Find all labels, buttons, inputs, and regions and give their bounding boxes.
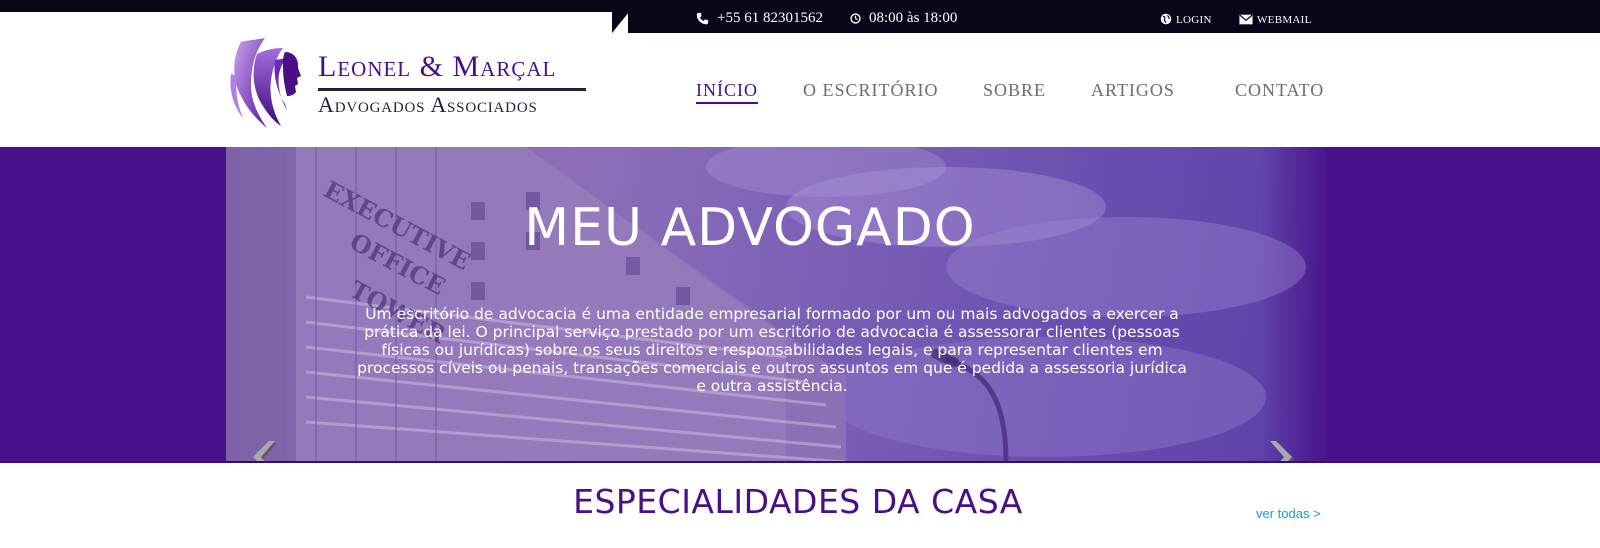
brand-name: Leonel & Marçal bbox=[318, 50, 557, 83]
hero-title: MEU ADVOGADO bbox=[524, 198, 976, 258]
business-hours: 08:00 às 18:00 bbox=[850, 10, 957, 27]
clock-icon bbox=[850, 13, 861, 24]
nav-item-o-escritorio[interactable]: O ESCRITÓRIO bbox=[803, 80, 939, 101]
nav-label: CONTATO bbox=[1235, 80, 1325, 100]
nav-item-sobre[interactable]: SOBRE bbox=[983, 80, 1046, 101]
webmail-link[interactable]: webmail bbox=[1239, 10, 1312, 28]
nav-label: O ESCRITÓRIO bbox=[803, 80, 939, 100]
section-title: ESPECIALIDADES DA CASA bbox=[0, 482, 1600, 521]
mail-icon bbox=[1239, 14, 1253, 25]
slider-next-arrow-icon[interactable] bbox=[1266, 437, 1302, 462]
main-nav: INÍCIO O ESCRITÓRIO SOBRE ARTIGOS CONTAT… bbox=[0, 80, 1600, 104]
login-label: login bbox=[1176, 10, 1212, 27]
globe-icon bbox=[1160, 13, 1172, 25]
nav-label: SOBRE bbox=[983, 80, 1047, 100]
hours-text: 08:00 às 18:00 bbox=[869, 10, 958, 26]
top-bar: +55 61 82301562 08:00 às 18:00 login web… bbox=[0, 0, 1600, 33]
phone-number: +55 61 82301562 bbox=[717, 10, 823, 26]
see-all-link[interactable]: ver todas > bbox=[1256, 506, 1321, 521]
slider-prev-arrow-icon[interactable] bbox=[249, 437, 285, 462]
active-nav-underline bbox=[696, 102, 758, 104]
nav-item-artigos[interactable]: ARTIGOS bbox=[1091, 80, 1175, 101]
hero-description: Um escritório de advocacia é uma entidad… bbox=[357, 305, 1187, 395]
webmail-label: webmail bbox=[1257, 10, 1312, 27]
phone-icon bbox=[696, 12, 709, 25]
nav-label: INÍCIO bbox=[696, 80, 758, 100]
nav-item-contato[interactable]: CONTATO bbox=[1235, 80, 1324, 101]
hero-bottom-border bbox=[0, 461, 1600, 463]
login-link[interactable]: login bbox=[1160, 10, 1212, 28]
top-bar-corner bbox=[612, 12, 629, 33]
phone-contact: +55 61 82301562 bbox=[696, 10, 823, 27]
nav-item-inicio[interactable]: INÍCIO bbox=[696, 80, 758, 104]
nav-label: ARTIGOS bbox=[1091, 80, 1175, 100]
specialties-heading: ESPECIALIDADES DA CASA bbox=[573, 482, 1023, 521]
